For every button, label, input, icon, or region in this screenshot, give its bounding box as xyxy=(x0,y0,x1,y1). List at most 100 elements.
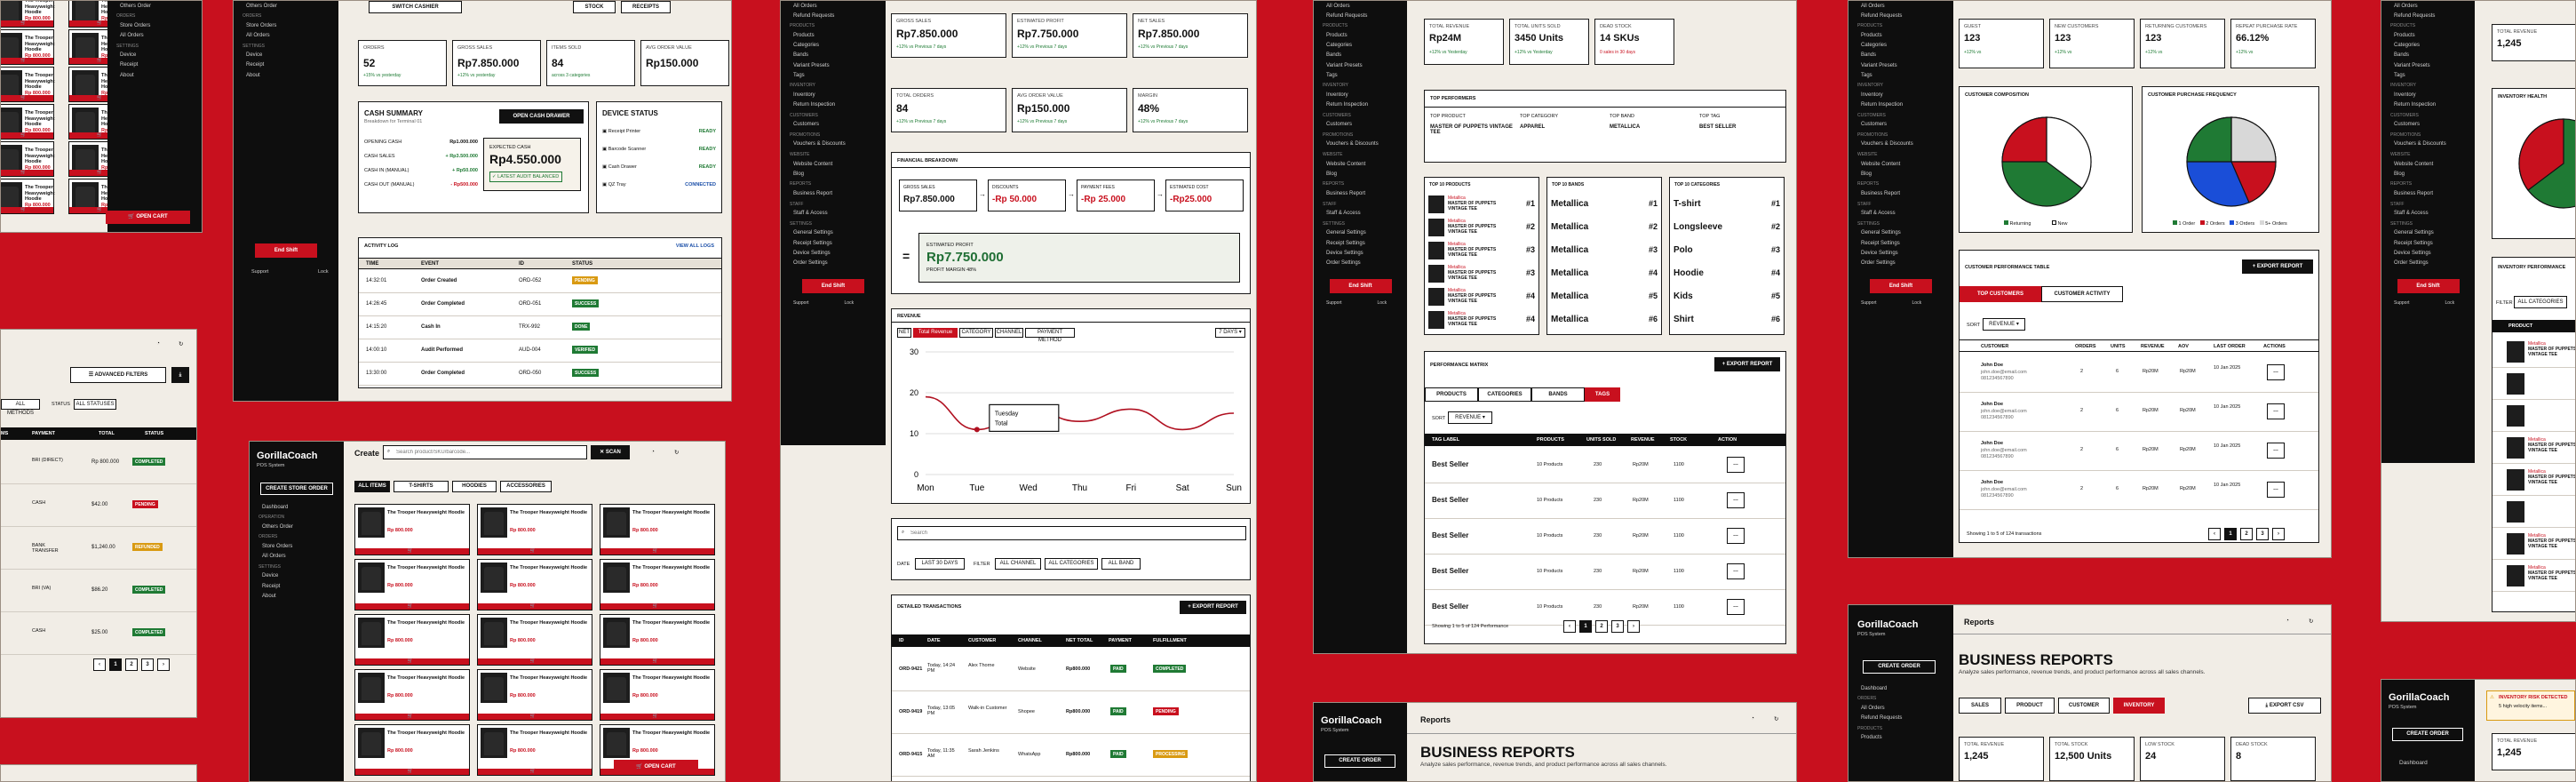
top10-row[interactable]: Metallica #1 xyxy=(1551,194,1658,215)
add-to-cart-bar[interactable]: 🛒 xyxy=(600,658,714,665)
s3-end-shift-button[interactable]: End Shift xyxy=(1870,278,1932,293)
s4-nav-receipt-settings[interactable]: Receipt Settings xyxy=(2381,238,2475,248)
top10-row[interactable]: Metallica MASTER OF PUPPETS VINTAGE TEE #4 xyxy=(1428,286,1535,307)
page-next[interactable]: › xyxy=(1627,620,1640,633)
product-card[interactable]: The Trooper Heavyweight HoodieRp 800.000… xyxy=(477,504,592,555)
s2-nav-order-settings[interactable]: Order Settings xyxy=(1314,258,1407,267)
product-card[interactable]: The Trooper Heavyweight HoodieRp 800.000… xyxy=(1,141,55,177)
nav-about[interactable]: About xyxy=(107,70,202,80)
s4-nav-order-settings[interactable]: Order Settings xyxy=(2381,258,2475,267)
product-card[interactable]: The Trooper Heavyweight HoodieRp 800.000… xyxy=(1,67,55,102)
matrix-sort-select[interactable]: Revenue ▾ xyxy=(1448,411,1492,424)
s2-nav-tags[interactable]: Tags xyxy=(1314,70,1407,80)
product-card[interactable]: The Trooper Heavyweight HoodieRp 800.000… xyxy=(354,669,470,721)
s4-nav-tags[interactable]: Tags xyxy=(2381,70,2475,80)
top10-row[interactable]: Metallica #3 xyxy=(1551,240,1658,261)
create-order-button-2[interactable]: Create order xyxy=(1863,660,1936,674)
s1-support-link[interactable]: Support xyxy=(793,300,809,306)
add-to-cart-bar[interactable]: 🛒 xyxy=(1,95,53,101)
s2-nav-categories[interactable]: Categories xyxy=(1314,41,1407,51)
pos-search-box[interactable]: ⌕ xyxy=(383,445,587,459)
receipts-button[interactable]: RECEIPTS xyxy=(621,1,671,13)
page-3[interactable]: 3 xyxy=(2256,528,2269,540)
s1-nav-staff-access[interactable]: Staff & Access xyxy=(781,209,886,219)
top10-row[interactable]: Metallica MASTER OF PUPPETS VINTAGE TEE #2 xyxy=(1428,217,1535,238)
s2-support-link[interactable]: Support xyxy=(1326,300,1342,306)
s3-nav-customers[interactable]: Customers xyxy=(1849,120,1953,130)
add-to-cart-bar[interactable]: 🛒 xyxy=(1,207,53,213)
end-shift-button-2[interactable]: End Shift xyxy=(255,243,317,258)
refresh-icon-2[interactable]: ↻ xyxy=(674,449,679,456)
tx-row[interactable]: ORD-9415 Today, 11:35 AM Sarah Jenkins What… xyxy=(892,734,1250,777)
product-card[interactable]: The Trooper Heavyweight HoodieRp 800.000… xyxy=(354,559,470,610)
s2-nav-blog[interactable]: Blog xyxy=(1314,169,1407,179)
s2-nav-bands[interactable]: Bands xyxy=(1314,51,1407,60)
matrix-tab[interactable]: CATEGORIES xyxy=(1478,387,1531,402)
s2-nav-customers[interactable]: Customers xyxy=(1314,120,1407,130)
top10-row[interactable]: Metallica #4 xyxy=(1551,263,1658,284)
report-tab[interactable]: PRODUCT xyxy=(2005,698,2055,714)
data-point[interactable] xyxy=(974,427,980,433)
nav-all-orders[interactable]: All Orders xyxy=(107,30,202,40)
nav-receipt[interactable]: Receipt xyxy=(107,60,202,70)
customer-row[interactable]: John Doe john.doe@email.com 081234567890 2 6… xyxy=(1960,393,2318,432)
category-select[interactable]: All Categories xyxy=(1045,558,1098,570)
add-to-cart-bar[interactable]: 🛒 xyxy=(1,170,53,176)
view-all-logs-link[interactable]: VIEW ALL LOGS xyxy=(676,243,714,249)
matrix-row[interactable]: Best Seller 10 Products 230 Rp20M 1100… xyxy=(1425,448,1785,483)
s1-nav-business-report[interactable]: Business Report xyxy=(781,188,886,198)
row-action-button[interactable]: … xyxy=(1727,563,1745,579)
tab-customer-activity[interactable]: CUSTOMER ACTIVITY xyxy=(2041,286,2123,302)
product-card[interactable]: The Trooper Heavyweight HoodieRp 800.000… xyxy=(354,724,470,776)
add-to-cart-bar[interactable]: 🛒 xyxy=(600,714,714,720)
nav-device-3[interactable]: Device xyxy=(250,571,344,581)
table-row[interactable]: CASH $25.00 COMPLETED xyxy=(1,612,196,655)
s1-nav-device-settings[interactable]: Device Settings xyxy=(781,248,886,258)
product-card[interactable]: The Trooper Heavyweight HoodieRp 800.000… xyxy=(1,29,55,65)
inv-category-select[interactable]: All Categories xyxy=(2514,296,2567,308)
top10-row[interactable]: Metallica MASTER OF PUPPETS VINTAGE TEE #3 xyxy=(1428,263,1535,284)
product-card[interactable]: The Trooper Heavyweight HoodieRp 800.000… xyxy=(600,559,715,610)
refresh-icon-3[interactable]: ↻ xyxy=(1774,715,1778,722)
open-cash-drawer-button[interactable]: OPEN CASH DRAWER xyxy=(499,109,584,124)
s3-nav-receipt-settings[interactable]: Receipt Settings xyxy=(1849,238,1953,248)
table-row[interactable]: BRI (DIRECT) Rp 800.000 COMPLETED xyxy=(1,442,196,484)
s3-lock-link[interactable]: Lock xyxy=(1912,300,1922,306)
s3-nav-categories[interactable]: Categories xyxy=(1849,41,1953,51)
page-3[interactable]: 3 xyxy=(1611,620,1624,633)
nav-others-order-2[interactable]: Others Order xyxy=(234,1,338,11)
product-card[interactable]: The Trooper Heavyweight HoodieRp 800.000… xyxy=(477,614,592,666)
report-tab[interactable]: SALES xyxy=(1959,698,2001,714)
nav-all-orders-4[interactable]: All Orders xyxy=(1849,703,1953,713)
s3-nav-bands[interactable]: Bands xyxy=(1849,51,1953,60)
bell-icon[interactable]: ◔ xyxy=(156,340,160,347)
add-to-cart-bar[interactable]: 🛒 xyxy=(600,548,714,555)
table-row[interactable]: CASH $42.00 PENDING xyxy=(1,484,196,527)
nav-receipt-2[interactable]: Receipt xyxy=(234,60,338,70)
nav-dashboard[interactable]: Dashboard xyxy=(250,502,344,512)
s1-nav-order-settings[interactable]: Order Settings xyxy=(781,258,886,267)
row-action-button[interactable]: … xyxy=(1727,492,1745,508)
s2-lock-link[interactable]: Lock xyxy=(1378,300,1387,306)
category-tab[interactable]: All Items xyxy=(354,481,390,492)
s1-nav-variant-presets[interactable]: Variant Presets xyxy=(781,60,886,70)
page-2[interactable]: 2 xyxy=(1595,620,1608,633)
revenue-tab[interactable]: Total Revenue xyxy=(913,328,958,338)
product-card[interactable]: The Trooper Heavyweight HoodieRp 800.000… xyxy=(477,559,592,610)
add-to-cart-bar[interactable]: 🛒 xyxy=(1,132,53,139)
page-next[interactable]: › xyxy=(157,658,170,671)
s4-nav-return-inspection[interactable]: Return Inspection xyxy=(2381,100,2475,110)
s1-nav-blog[interactable]: Blog xyxy=(781,169,886,179)
page-1[interactable]: 1 xyxy=(1579,620,1592,633)
nav-products[interactable]: Products xyxy=(1849,733,1953,743)
s4-nav-device-settings[interactable]: Device Settings xyxy=(2381,248,2475,258)
customer-export-button[interactable]: + Export Report xyxy=(2242,259,2313,274)
product-card[interactable]: The Trooper Heavyweight HoodieRp 800.000… xyxy=(1,104,55,140)
add-to-cart-bar[interactable]: 🛒 xyxy=(600,603,714,610)
s4-end-shift-button[interactable]: End Shift xyxy=(2397,278,2460,293)
s1-nav-customers[interactable]: Customers xyxy=(781,120,886,130)
page-prev[interactable]: ‹ xyxy=(93,658,106,671)
top10-row[interactable]: Longsleeve #2 xyxy=(1674,217,1780,238)
s2-nav-inventory[interactable]: Inventory xyxy=(1314,90,1407,100)
report-tab[interactable]: CUSTOMER xyxy=(2058,698,2110,714)
